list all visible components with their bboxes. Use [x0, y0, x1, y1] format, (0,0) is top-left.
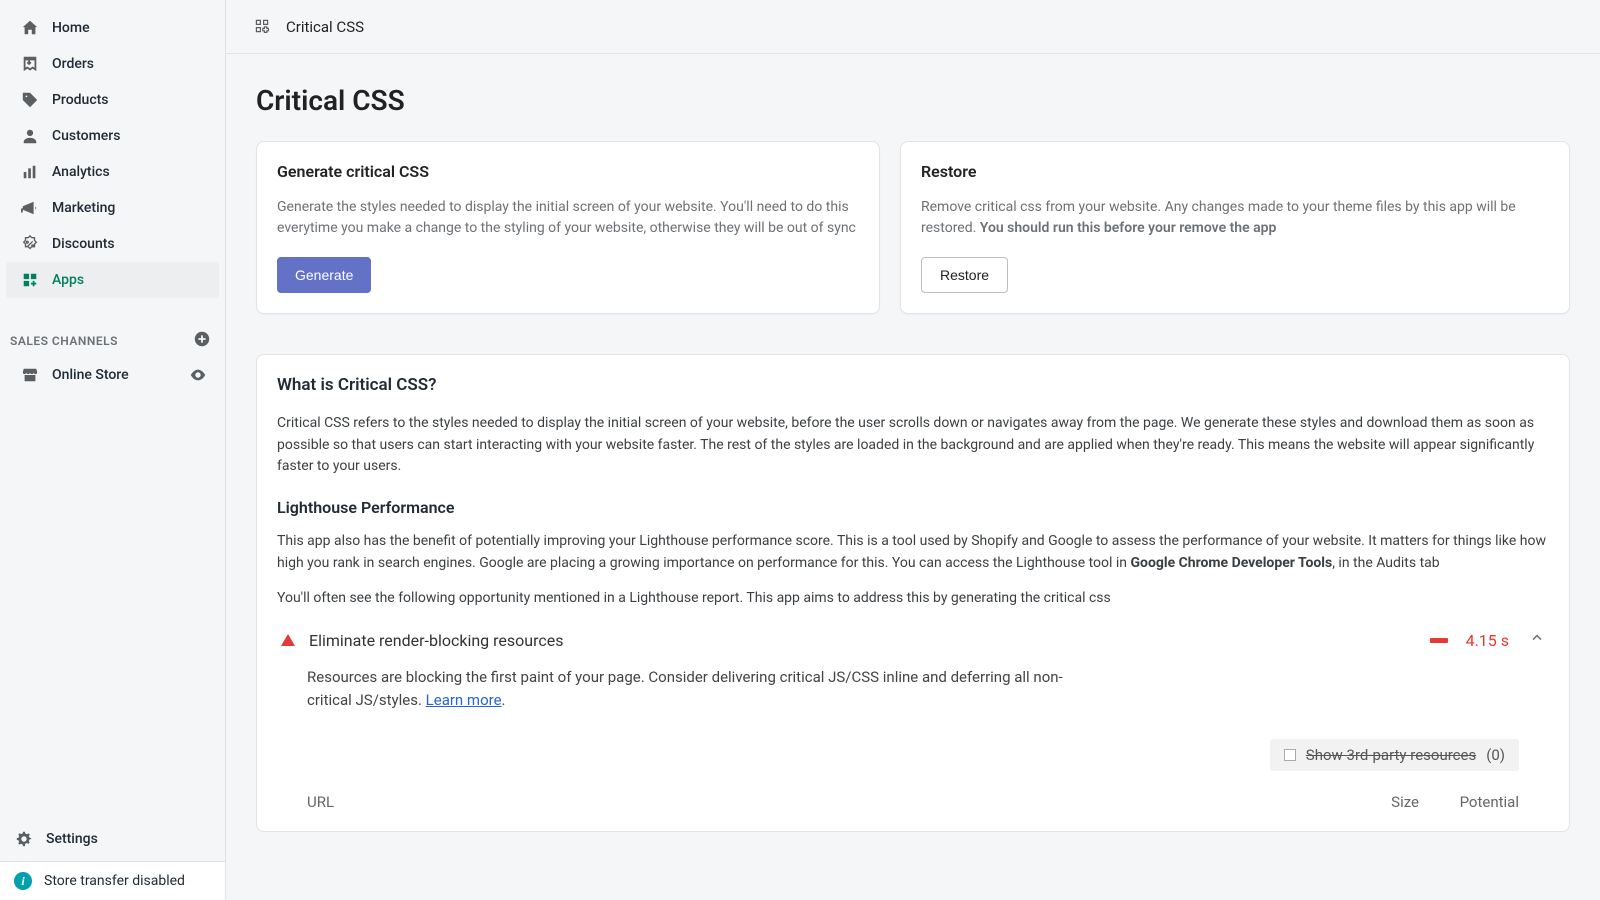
- third-party-label: Show 3rd-party resources: [1306, 746, 1476, 764]
- bars-icon: [20, 162, 40, 182]
- lighthouse-desc: Resources are blocking the first paint o…: [307, 666, 1107, 713]
- sidebar-item-orders[interactable]: Orders: [6, 46, 219, 82]
- lighthouse-row[interactable]: Eliminate render-blocking resources 4.15…: [277, 628, 1549, 652]
- info-para3: You'll often see the following opportuni…: [277, 588, 1549, 610]
- sidebar-item-label: Online Store: [52, 367, 189, 383]
- info-para2-bold: Google Chrome Developer Tools: [1131, 555, 1333, 571]
- apps-breadcrumb-icon: [254, 18, 272, 36]
- header-potential: Potential: [1419, 793, 1519, 811]
- main-content: Critical CSS Critical CSS Generate criti…: [226, 0, 1600, 900]
- sidebar-footer: Settings i Store transfer disabled: [0, 817, 225, 900]
- section-label: SALES CHANNELS: [10, 334, 118, 348]
- generate-card-title: Generate critical CSS: [277, 162, 859, 181]
- sidebar-item-label: Marketing: [52, 200, 207, 216]
- tag-icon: [20, 90, 40, 110]
- sidebar-item-products[interactable]: Products: [6, 82, 219, 118]
- sidebar-item-marketing[interactable]: Marketing: [6, 190, 219, 226]
- transfer-banner[interactable]: i Store transfer disabled: [0, 861, 225, 900]
- sidebar-item-online-store[interactable]: Online Store: [6, 357, 219, 393]
- settings-label: Settings: [46, 831, 98, 847]
- person-icon: [20, 126, 40, 146]
- header-size: Size: [1319, 793, 1419, 811]
- info-card: What is Critical CSS? Critical CSS refer…: [256, 354, 1570, 832]
- restore-card-body: Remove critical css from your website. A…: [921, 197, 1549, 239]
- restore-button[interactable]: Restore: [921, 257, 1008, 293]
- home-icon: [20, 18, 40, 38]
- generate-button[interactable]: Generate: [277, 257, 371, 293]
- lighthouse-desc-text: Resources are blocking the first paint o…: [307, 668, 1063, 709]
- info-subheading: Lighthouse Performance: [277, 498, 1549, 517]
- megaphone-icon: [20, 198, 40, 218]
- add-channel-icon[interactable]: [193, 330, 211, 351]
- sidebar: Home Orders Products Customers Analytics…: [0, 0, 226, 900]
- warning-triangle-icon: [281, 634, 295, 646]
- generate-card-body: Generate the styles needed to display th…: [277, 197, 859, 239]
- gear-icon: [14, 829, 34, 849]
- generate-card: Generate critical CSS Generate the style…: [256, 141, 880, 314]
- sidebar-item-label: Orders: [52, 56, 207, 72]
- chevron-up-icon: [1529, 630, 1545, 650]
- nav-list: Home Orders Products Customers Analytics…: [0, 0, 225, 308]
- info-heading: What is Critical CSS?: [277, 375, 1549, 395]
- third-party-count: (0): [1486, 746, 1505, 764]
- breadcrumb: Critical CSS: [226, 0, 1600, 54]
- sidebar-item-settings[interactable]: Settings: [0, 817, 225, 861]
- lighthouse-opportunity: Eliminate render-blocking resources 4.15…: [277, 628, 1549, 811]
- sidebar-item-label: Products: [52, 92, 207, 108]
- sidebar-item-label: Customers: [52, 128, 207, 144]
- breadcrumb-label: Critical CSS: [286, 18, 364, 36]
- info-icon: i: [14, 872, 32, 890]
- checkbox-icon: [1284, 749, 1296, 761]
- info-para2-post: , in the Audits tab: [1332, 555, 1439, 571]
- orders-icon: [20, 54, 40, 74]
- store-icon: [20, 365, 40, 385]
- sidebar-item-home[interactable]: Home: [6, 10, 219, 46]
- lighthouse-time: 4.15 s: [1466, 631, 1509, 650]
- lighthouse-table-headers: URL Size Potential: [307, 793, 1519, 811]
- restore-card: Restore Remove critical css from your we…: [900, 141, 1570, 314]
- learn-more-link[interactable]: Learn more: [426, 691, 502, 709]
- sidebar-item-label: Analytics: [52, 164, 207, 180]
- lighthouse-title: Eliminate render-blocking resources: [309, 631, 1416, 650]
- sidebar-item-discounts[interactable]: Discounts: [6, 226, 219, 262]
- sidebar-item-label: Discounts: [52, 236, 207, 252]
- sidebar-item-label: Home: [52, 20, 207, 36]
- restore-card-title: Restore: [921, 162, 1549, 181]
- lighthouse-bar-icon: [1430, 638, 1448, 643]
- sidebar-item-analytics[interactable]: Analytics: [6, 154, 219, 190]
- sidebar-item-label: Apps: [52, 272, 207, 288]
- transfer-label: Store transfer disabled: [44, 873, 185, 889]
- info-para1: Critical CSS refers to the styles needed…: [277, 413, 1549, 478]
- discount-icon: [20, 234, 40, 254]
- lighthouse-third-party: Show 3rd-party resources (0): [277, 739, 1549, 771]
- apps-icon: [20, 270, 40, 290]
- third-party-toggle[interactable]: Show 3rd-party resources (0): [1270, 739, 1519, 771]
- sidebar-item-apps[interactable]: Apps: [6, 262, 219, 298]
- restore-body-bold: You should run this before your remove t…: [980, 220, 1277, 236]
- view-store-icon[interactable]: [189, 366, 207, 384]
- sidebar-item-customers[interactable]: Customers: [6, 118, 219, 154]
- header-url: URL: [307, 793, 1319, 811]
- sales-channels-header: SALES CHANNELS: [0, 308, 225, 357]
- page-title: Critical CSS: [256, 84, 1570, 117]
- info-para2: This app also has the benefit of potenti…: [277, 531, 1549, 574]
